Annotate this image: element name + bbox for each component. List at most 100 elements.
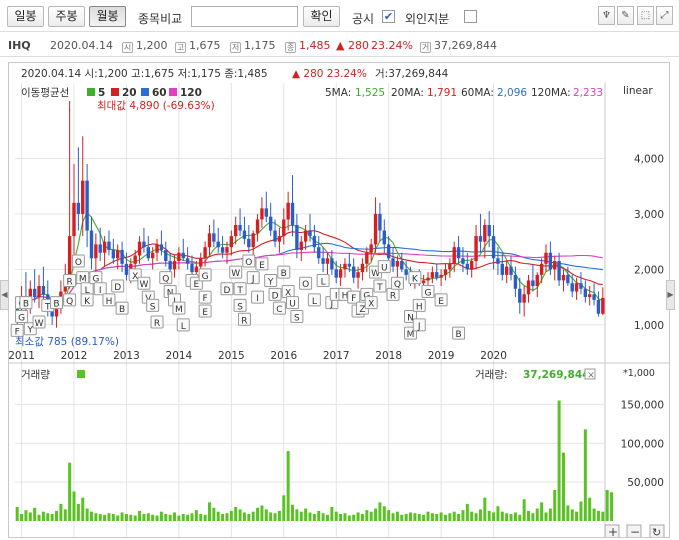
candle-body (67, 236, 72, 275)
volume-bar (181, 514, 185, 521)
volume-bar (352, 514, 356, 521)
candle-body (168, 261, 172, 270)
candle-body (544, 252, 548, 264)
disclosure-marker-label: M (175, 305, 183, 315)
daily-button[interactable]: 일봉 (7, 6, 44, 27)
candle-body (185, 258, 190, 264)
volume-bar (277, 510, 281, 521)
volume-bar (273, 513, 277, 521)
candle-body (487, 225, 491, 237)
scroll-right-handle[interactable]: ▶ (666, 280, 675, 310)
candle-body (247, 238, 251, 248)
volume-bar (596, 510, 600, 521)
candle-body (395, 261, 400, 267)
volume-bar (430, 513, 434, 521)
candle-body (356, 272, 360, 278)
disclosure-checkbox[interactable]: ✔ (382, 10, 395, 23)
candle-body (496, 258, 500, 264)
volume-bar (470, 511, 474, 521)
weekly-button[interactable]: 주봉 (48, 6, 85, 27)
volume-bar (374, 508, 378, 521)
candle-body (531, 280, 535, 286)
ma20-legend-label: 20 (122, 87, 137, 99)
candle-body (312, 236, 317, 248)
volume-bar (561, 452, 565, 521)
volume-bar (400, 514, 404, 521)
candle-body (400, 261, 404, 270)
candle-body (474, 236, 478, 262)
volume-bar (579, 501, 583, 521)
ma60-value: 2,096 (497, 87, 527, 99)
stock-chart[interactable]: 2020.04.14 시:1,200 고:1,675 저:1,175 종:1,4… (8, 63, 669, 539)
volume-bar (33, 507, 37, 521)
volume-bar (286, 451, 290, 521)
volume-bar (203, 514, 207, 521)
pencil-icon[interactable]: ✎ (617, 6, 634, 25)
volume-bar (63, 509, 67, 521)
disclosure-marker-label: U (381, 264, 388, 274)
volume-bars (15, 400, 614, 521)
volume-bar (531, 513, 535, 521)
close-icon[interactable]: × (587, 370, 595, 381)
cursor-icon[interactable]: ⬚ (637, 6, 654, 25)
disclosure-marker-label: F (351, 294, 356, 304)
high-price: 고 1,675 (175, 39, 221, 53)
compare-input[interactable] (191, 6, 298, 27)
expand-icon[interactable]: ⤢ (656, 6, 673, 25)
volume-bar (229, 510, 233, 521)
candle-body (120, 249, 124, 264)
scale-mode-label[interactable]: linear (623, 85, 653, 97)
candle-body (164, 249, 168, 262)
disclosure-marker-label: M (407, 330, 415, 340)
candle-body (124, 263, 129, 275)
candle-body (382, 230, 386, 245)
disclosure-marker-label: D (114, 283, 121, 293)
candle-body (522, 294, 526, 303)
price-axis: 1,000 2,000 3,000 4,000 (634, 153, 664, 331)
volume-bar (317, 510, 321, 521)
confirm-button[interactable]: 확인 (303, 6, 340, 27)
disclosure-marker-label: X (368, 300, 374, 310)
candle-body (553, 261, 557, 270)
chart-panel[interactable]: 2020.04.14 시:1,200 고:1,675 저:1,175 종:1,4… (8, 62, 670, 539)
volume-bar (155, 515, 159, 521)
scroll-left-handle[interactable]: ◀ (0, 280, 9, 310)
year-label: 2016 (270, 350, 297, 362)
volume-bar (304, 508, 308, 521)
year-label: 2015 (218, 350, 245, 362)
disclosure-marker-label: C (276, 305, 282, 315)
monthly-button[interactable]: 월봉 (89, 6, 126, 27)
candle-body (343, 263, 347, 270)
candle-body (89, 230, 94, 259)
candle-body (435, 272, 439, 278)
ma5-value: 1,525 (355, 87, 385, 99)
volume-bar (194, 510, 198, 521)
disclosure-marker-label: X (132, 272, 138, 282)
disclosure-marker-label: Q (162, 275, 169, 285)
volume-bar (24, 510, 28, 521)
candle-body (72, 202, 76, 237)
candle-body (330, 258, 334, 270)
pin-icon[interactable]: ♆ (598, 6, 615, 25)
candle-body (159, 244, 164, 250)
candle-body (207, 233, 212, 248)
volume-bar (487, 510, 491, 521)
volume-tick-label: 50,000 (627, 477, 664, 489)
candle-body (557, 261, 561, 281)
candle-body (264, 208, 268, 217)
volume-bar (225, 513, 229, 521)
volume-bar (583, 429, 587, 521)
foreign-ownership-checkbox[interactable] (464, 10, 477, 23)
candle-body (369, 244, 373, 253)
volume-tick-label: 100,000 (621, 438, 664, 450)
volume-bar (465, 503, 469, 521)
ma120-legend-label: 120 (180, 87, 202, 99)
candle-body (347, 263, 352, 267)
disclosure-marker-label: U (289, 300, 296, 310)
candle-body (526, 280, 531, 295)
volume-bar (50, 514, 54, 521)
volume-bar (168, 514, 172, 521)
volume-bar (404, 514, 408, 521)
volume-bar (94, 513, 98, 521)
candle-body (360, 263, 365, 273)
